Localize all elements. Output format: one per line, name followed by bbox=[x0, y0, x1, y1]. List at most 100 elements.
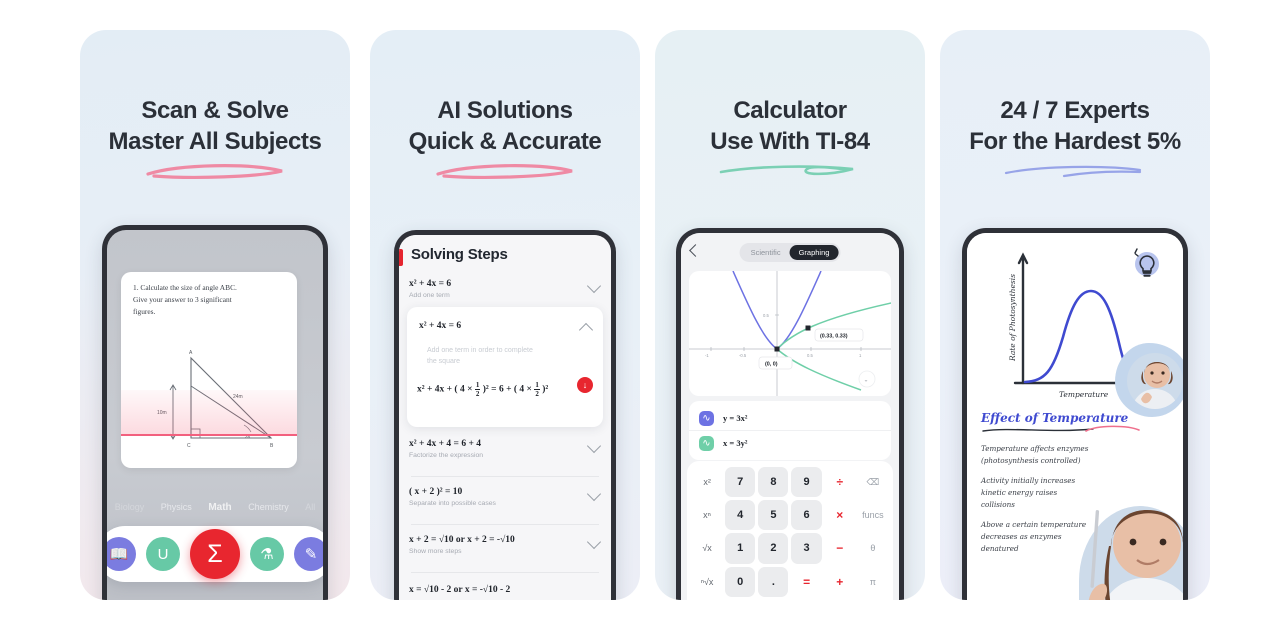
key-square-root[interactable]: √x bbox=[692, 533, 722, 563]
card-equation: x² + 4x = 6 bbox=[419, 321, 462, 331]
key-4[interactable]: 4 bbox=[725, 500, 756, 531]
key-plus[interactable]: + bbox=[825, 567, 855, 597]
x-axis-label: Temperature bbox=[1059, 390, 1109, 399]
back-icon[interactable] bbox=[689, 244, 702, 257]
tab-scientific[interactable]: Scientific bbox=[742, 245, 790, 260]
key-nth-root[interactable]: ⁿ√x bbox=[692, 567, 722, 597]
equation-row-2[interactable]: ∿ x = 3y² bbox=[689, 430, 891, 455]
point-label-2: (0, 0) bbox=[758, 356, 793, 370]
step-equation: x + 2 = √10 or x + 2 = -√10 bbox=[409, 535, 515, 545]
worksheet-card: 1. Calculate the size of angle ABC. Give… bbox=[121, 272, 297, 468]
step-hint: Add one term bbox=[409, 292, 450, 299]
step-row-1[interactable]: x² + 4x + 4 = 6 + 4 Factorize the expres… bbox=[409, 438, 602, 459]
step-row-top[interactable]: x² + 4x = 6 Add one term bbox=[409, 278, 602, 299]
result-prefix: x² + 4x + ( 4 × bbox=[417, 384, 473, 395]
frac-denominator: 2 bbox=[475, 390, 480, 398]
phone-mockup-whiteboard: Rate of Photosynthesis Temperature Effec… bbox=[962, 228, 1188, 600]
panel-1-headline: Scan & Solve Master All Subjects bbox=[80, 96, 350, 158]
step-row-4[interactable]: x = √10 - 2 or x = -√10 - 2 bbox=[409, 585, 601, 595]
key-9[interactable]: 9 bbox=[791, 467, 822, 498]
key-7[interactable]: 7 bbox=[725, 467, 756, 498]
sigma-icon[interactable]: Σ bbox=[190, 529, 240, 579]
svg-text:1: 1 bbox=[859, 353, 862, 358]
key-1[interactable]: 1 bbox=[725, 533, 756, 564]
key-8[interactable]: 8 bbox=[758, 467, 789, 498]
magnet-icon[interactable]: U bbox=[146, 537, 180, 571]
y-axis-label: Rate of Photosynthesis bbox=[1008, 274, 1017, 362]
key-5[interactable]: 5 bbox=[758, 500, 789, 531]
graph-canvas[interactable]: -1 -0.5 0.5 1 0.5 (0.33, 0.33) (0, 0) ⌄ bbox=[689, 271, 891, 396]
subject-tab-chemistry[interactable]: Chemistry bbox=[248, 502, 289, 512]
panel-2-headline: AI Solutions Quick & Accurate bbox=[370, 96, 640, 158]
key-pi[interactable]: π bbox=[858, 567, 888, 597]
wave-icon[interactable]: ∿ bbox=[699, 435, 714, 451]
whiteboard: Rate of Photosynthesis Temperature Effec… bbox=[967, 233, 1183, 600]
step-equation: x = √10 - 2 or x = -√10 - 2 bbox=[409, 585, 511, 595]
divider bbox=[411, 476, 599, 477]
svg-text:0.5: 0.5 bbox=[763, 313, 769, 318]
page-title: Solving Steps bbox=[411, 246, 508, 263]
fraction-2: 12 bbox=[534, 381, 540, 398]
annotation-line-2: the square bbox=[427, 358, 461, 365]
notes-title: Effect of Temperature bbox=[981, 411, 1129, 425]
key-0[interactable]: 0 bbox=[725, 566, 756, 597]
step-row-3[interactable]: x + 2 = √10 or x + 2 = -√10 Show more st… bbox=[409, 534, 602, 555]
tab-graphing[interactable]: Graphing bbox=[789, 245, 839, 260]
key-x-power-n[interactable]: xⁿ bbox=[692, 500, 722, 530]
svg-text:(0, 0): (0, 0) bbox=[765, 362, 778, 368]
backspace-icon[interactable]: ⌫ bbox=[858, 467, 888, 497]
step-equation: x² + 4x + 4 = 6 + 4 bbox=[409, 439, 482, 449]
equation-row-1[interactable]: ∿ y = 3x² bbox=[689, 406, 891, 430]
key-theta[interactable]: θ bbox=[858, 533, 888, 563]
key-funcs[interactable]: funcs bbox=[858, 500, 888, 530]
book-icon[interactable]: 📖 bbox=[107, 537, 136, 571]
headline-underline bbox=[719, 165, 854, 176]
key-3[interactable]: 3 bbox=[791, 533, 822, 564]
key-divide[interactable]: ÷ bbox=[825, 467, 855, 497]
key-6[interactable]: 6 bbox=[791, 500, 822, 531]
tool-dock: 📖 U Σ ⚗ ✎ bbox=[107, 526, 323, 582]
key-decimal[interactable]: . bbox=[758, 566, 789, 597]
result-suffix: )² bbox=[542, 384, 549, 395]
calculator-topbar: Scientific Graphing bbox=[681, 243, 899, 265]
subject-tab-all[interactable]: All bbox=[305, 502, 315, 512]
key-x-squared[interactable]: x² bbox=[692, 467, 722, 497]
wave-icon[interactable]: ∿ bbox=[699, 410, 714, 426]
accent-bar bbox=[399, 249, 403, 266]
annotation-line-1: Add one term in order to complete bbox=[427, 347, 533, 354]
equation-list: ∿ y = 3x² ∿ x = 3y² bbox=[689, 401, 891, 460]
graph-svg: -1 -0.5 0.5 1 0.5 (0.33, 0.33) (0, 0) ⌄ bbox=[689, 271, 891, 396]
subject-tab-physics[interactable]: Physics bbox=[161, 502, 192, 512]
flask-icon[interactable]: ⚗ bbox=[250, 537, 284, 571]
panel-3-headline: Calculator Use With TI-84 bbox=[655, 96, 925, 158]
svg-text:⌄: ⌄ bbox=[864, 378, 869, 384]
svg-text:-1: -1 bbox=[705, 353, 709, 358]
subject-tab-bar[interactable]: Biology Physics Math Chemistry All bbox=[107, 502, 323, 513]
card-annotation: Add one term in order to complete the sq… bbox=[427, 345, 533, 367]
chevron-up-icon[interactable] bbox=[578, 322, 594, 338]
pen-icon[interactable]: ✎ bbox=[294, 537, 323, 571]
step-hint: Separate into possible cases bbox=[409, 500, 496, 507]
note-highlight bbox=[1085, 425, 1140, 432]
mode-segmented-control[interactable]: Scientific Graphing bbox=[739, 243, 841, 262]
subject-tab-biology[interactable]: Biology bbox=[115, 502, 145, 512]
key-2[interactable]: 2 bbox=[758, 533, 789, 564]
svg-text:C: C bbox=[187, 443, 191, 449]
question-line-1: 1. Calculate the size of angle ABC. bbox=[133, 283, 237, 292]
expanded-step-card[interactable]: x² + 4x = 6 Add one term in order to com… bbox=[407, 307, 603, 427]
subject-tab-math[interactable]: Math bbox=[208, 502, 231, 513]
panel-4-headline: 24 / 7 Experts For the Hardest 5% bbox=[940, 96, 1210, 158]
step-row-2[interactable]: ( x + 2 )² = 10 Separate into possible c… bbox=[409, 486, 602, 507]
key-multiply[interactable]: × bbox=[825, 500, 855, 530]
download-step-button[interactable]: ↓ bbox=[577, 377, 593, 393]
key-equals[interactable]: = bbox=[791, 567, 821, 597]
key-minus[interactable]: − bbox=[825, 533, 855, 563]
svg-text:0.5: 0.5 bbox=[807, 353, 813, 358]
expert-avatar-2 bbox=[1088, 510, 1183, 600]
equation-text: x = 3y² bbox=[723, 438, 748, 448]
card-result-equation: x² + 4x + ( 4 × 12 )² = 6 + ( 4 × 12 )² bbox=[417, 381, 548, 398]
headline-line-1: Scan & Solve bbox=[141, 97, 289, 124]
frac-numerator: 1 bbox=[534, 381, 540, 390]
frac-denominator: 2 bbox=[535, 390, 539, 398]
step-equation: ( x + 2 )² = 10 bbox=[409, 487, 463, 497]
